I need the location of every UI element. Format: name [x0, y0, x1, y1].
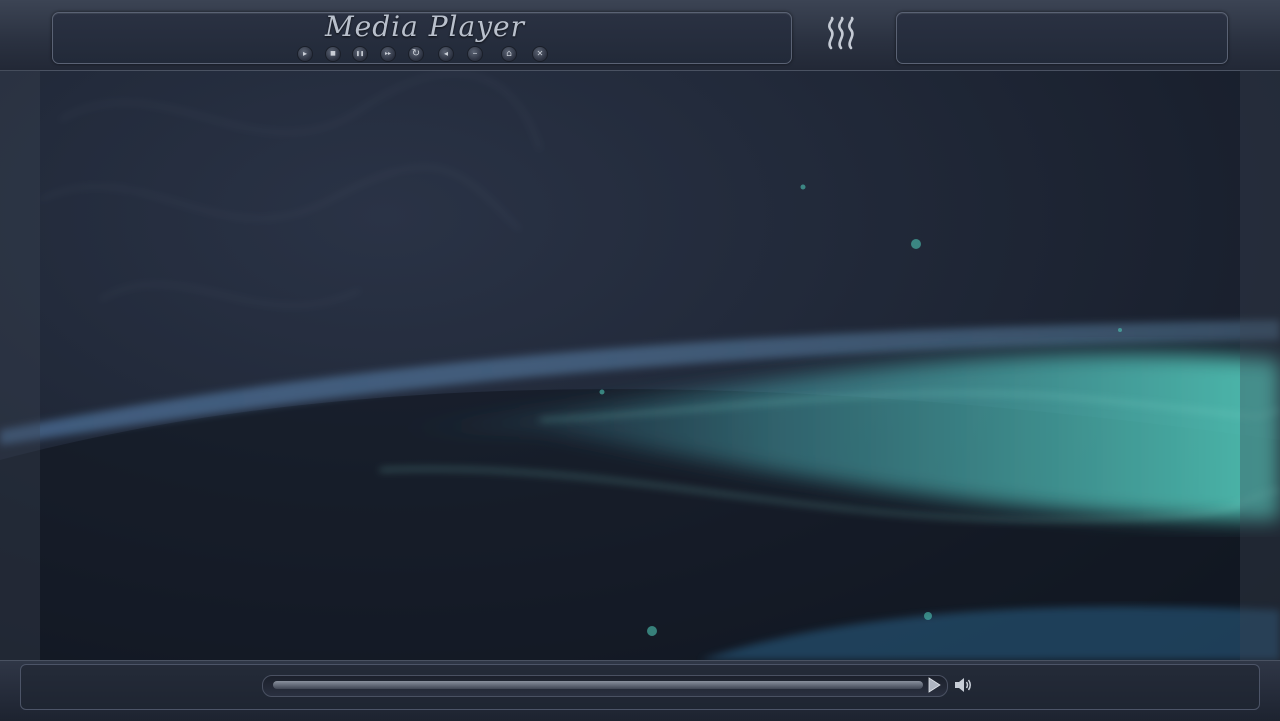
play-icon: ▸: [302, 49, 307, 58]
pause-button[interactable]: ❚❚: [352, 46, 368, 62]
volume-button[interactable]: [953, 676, 973, 694]
fast-forward-icon: ▸▸: [384, 50, 392, 57]
info-panel: [896, 12, 1228, 64]
minus-icon: –: [472, 48, 478, 59]
main-play-button[interactable]: [926, 677, 942, 693]
seek-bar-groove: [273, 681, 923, 689]
left-frame: [0, 70, 40, 660]
refresh-icon: ↻: [411, 48, 421, 59]
speaker-icon: [955, 678, 971, 692]
home-icon: ⌂: [506, 48, 512, 59]
rewind-icon: ◂: [443, 49, 448, 58]
fast-forward-button[interactable]: ▸▸: [380, 46, 396, 62]
pause-icon: ❚❚: [355, 50, 365, 57]
minimize-button[interactable]: –: [467, 46, 483, 62]
close-button[interactable]: ✕: [532, 46, 548, 62]
stop-button[interactable]: ■: [325, 46, 341, 62]
steam-logo-icon: [828, 16, 854, 50]
background-artwork: [0, 0, 1280, 720]
play-icon: [928, 677, 941, 693]
home-button[interactable]: ⌂: [501, 46, 517, 62]
stop-icon: ■: [330, 50, 336, 57]
app-title: Media Player: [325, 10, 525, 43]
play-button[interactable]: ▸: [297, 46, 313, 62]
close-icon: ✕: [536, 49, 544, 58]
seek-bar[interactable]: [262, 675, 948, 697]
rewind-button[interactable]: ◂: [438, 46, 454, 62]
right-frame: [1240, 70, 1280, 660]
refresh-button[interactable]: ↻: [408, 46, 424, 62]
